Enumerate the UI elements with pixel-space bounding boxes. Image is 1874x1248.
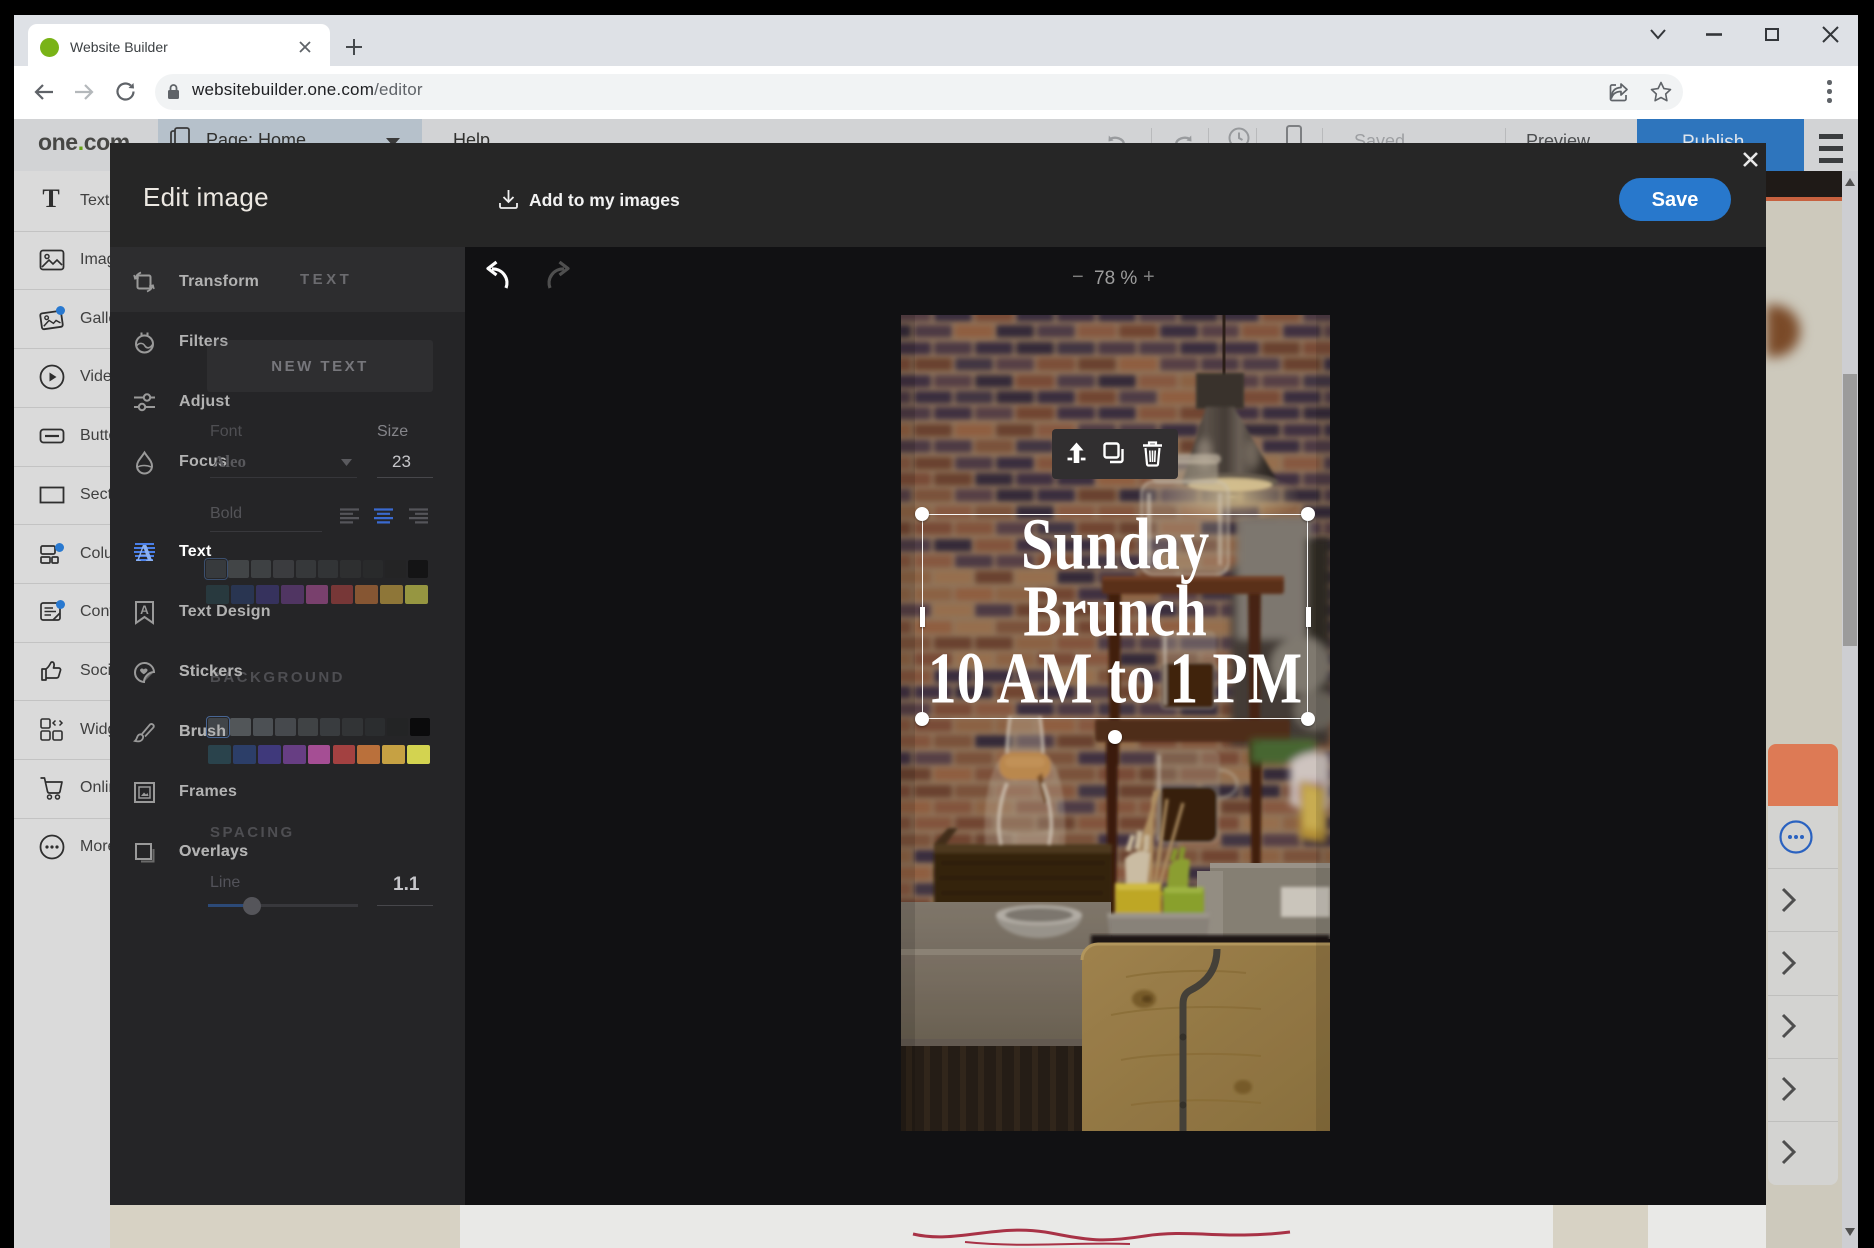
svg-text:A: A xyxy=(140,603,149,617)
svg-text:T: T xyxy=(42,188,59,213)
svg-text:A: A xyxy=(136,541,154,565)
